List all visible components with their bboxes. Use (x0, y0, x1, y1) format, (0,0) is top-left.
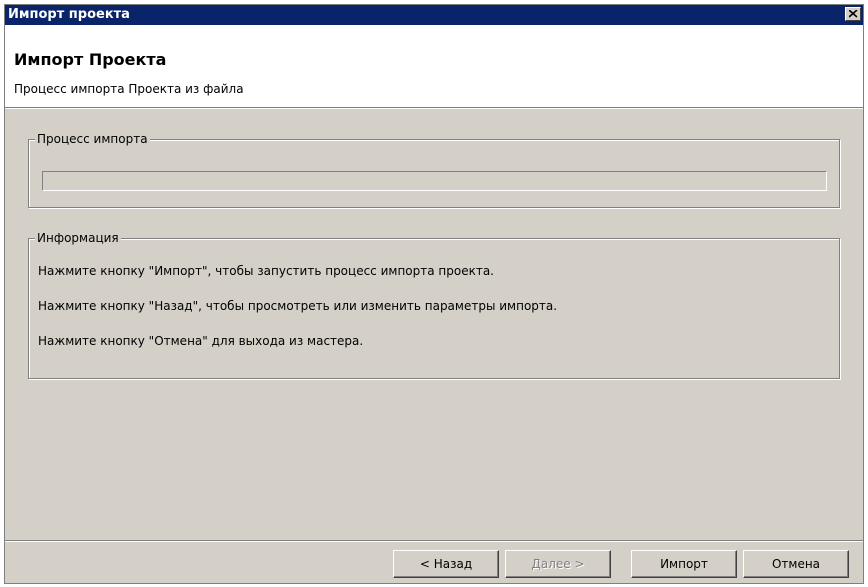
info-line-cancel: Нажмите кнопку "Отмена" для выхода из ма… (38, 334, 364, 348)
next-button[interactable]: Далее > (505, 550, 611, 578)
back-button[interactable]: < Назад (393, 550, 499, 578)
close-icon (849, 10, 858, 18)
import-progress-bar (42, 171, 827, 191)
import-project-window: Импорт проекта Импорт Проекта Процесс им… (4, 4, 864, 584)
cancel-button[interactable]: Отмена (743, 550, 849, 578)
header-separator (5, 108, 863, 109)
progress-group: Процесс импорта (28, 132, 840, 208)
info-line-import: Нажмите кнопку "Импорт", чтобы запустить… (38, 264, 494, 278)
title-bar[interactable]: Импорт проекта (5, 5, 863, 25)
close-button[interactable] (845, 7, 861, 21)
info-group-legend: Информация (35, 231, 121, 245)
header-title: Импорт Проекта (14, 50, 167, 69)
progress-group-legend: Процесс импорта (35, 132, 150, 146)
window-title: Импорт проекта (8, 7, 130, 22)
wizard-header: Импорт Проекта Процесс импорта Проекта и… (5, 25, 863, 108)
info-line-back: Нажмите кнопку "Назад", чтобы просмотрет… (38, 299, 558, 313)
footer-separator (5, 540, 863, 542)
info-group: Информация Нажмите кнопку "Импорт", чтоб… (28, 231, 840, 379)
header-subtitle: Процесс импорта Проекта из файла (14, 82, 244, 96)
import-button[interactable]: Импорт (631, 550, 737, 578)
